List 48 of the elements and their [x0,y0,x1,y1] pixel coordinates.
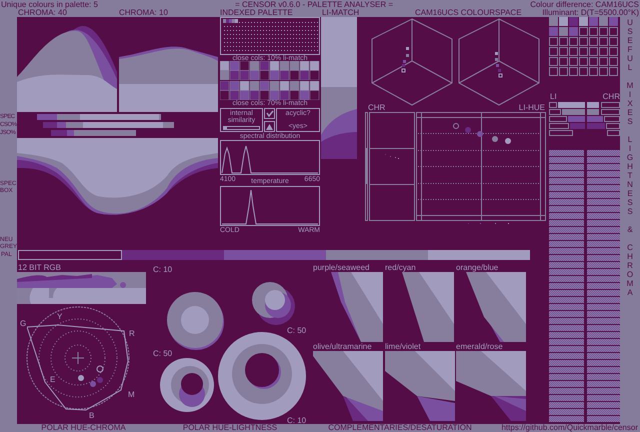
chart-title: CHR [368,104,386,112]
github-link[interactable]: https://github.com/Quickmarble/censor [501,424,638,432]
illuminant: Illuminant: D(T=5500.00°K) [542,9,639,17]
palette-swatch[interactable] [326,250,428,260]
mix-grid [549,17,618,76]
pair-label: lime/violet [385,343,421,351]
pair-label: olive/ultramarine [313,343,372,351]
palette-count: Unique colours in palette: 5 [1,1,98,9]
acyclic-checkbox[interactable] [264,108,275,119]
chart-title: CHROMA: 10 [119,9,168,17]
desaturation-drawing [313,351,383,421]
checkmark-icon [266,110,274,117]
section-title: POLAR HUE-LIGHTNESS [182,424,278,432]
palette-swatch[interactable] [18,250,122,260]
hue-label: M [127,391,136,399]
panel-title: INDEXED PALETTE [220,9,293,17]
panel-title: LI-MATCH [322,9,360,17]
panel-title: CAM16UCS COLOURSPACE [415,9,522,17]
colour-difference: Colour difference: CAM16UCS [530,1,639,9]
pair-label: emerald/rose [456,343,503,351]
desaturation-drawing [385,351,455,421]
hue-label: B [88,412,96,420]
disc-label: C: 10 [287,417,306,425]
chart-title: LI-HUE [518,104,545,112]
app-title: = CENSOR v0.6.0 - PALETTE ANALYSER = [235,1,394,9]
palette-swatch[interactable] [428,250,530,260]
disc-label: C: 50 [287,327,306,335]
pair-label: purple/seaweed [313,264,370,272]
pair-label: red/cyan [385,264,416,272]
triangle-icon[interactable] [264,121,275,132]
column-label: LI [550,93,557,101]
palette-swatch[interactable] [122,250,224,260]
hue-label: Y [56,313,64,321]
section-title: POLAR HUE-CHROMA [40,424,127,432]
hue-label: G [19,320,28,328]
desaturation-drawing [456,351,526,421]
disc-label: C: 50 [153,350,172,358]
column-label: CHR [602,93,620,101]
disc-label: C: 10 [153,266,172,274]
hue-label: E [49,376,56,384]
hue-label: R [128,330,136,338]
chart-title: 12 BIT RGB [18,264,61,272]
section-title: COMPLEMENTARIES/DESATURATION [327,424,473,432]
pair-label: orange/blue [456,264,498,272]
slider-track[interactable] [223,126,260,130]
palette-swatch[interactable] [224,250,326,260]
chart-title: CHROMA: 40 [18,9,67,17]
vertical-title: USEFUL MIXES LIGHTNESS & CHROMA [626,18,634,297]
